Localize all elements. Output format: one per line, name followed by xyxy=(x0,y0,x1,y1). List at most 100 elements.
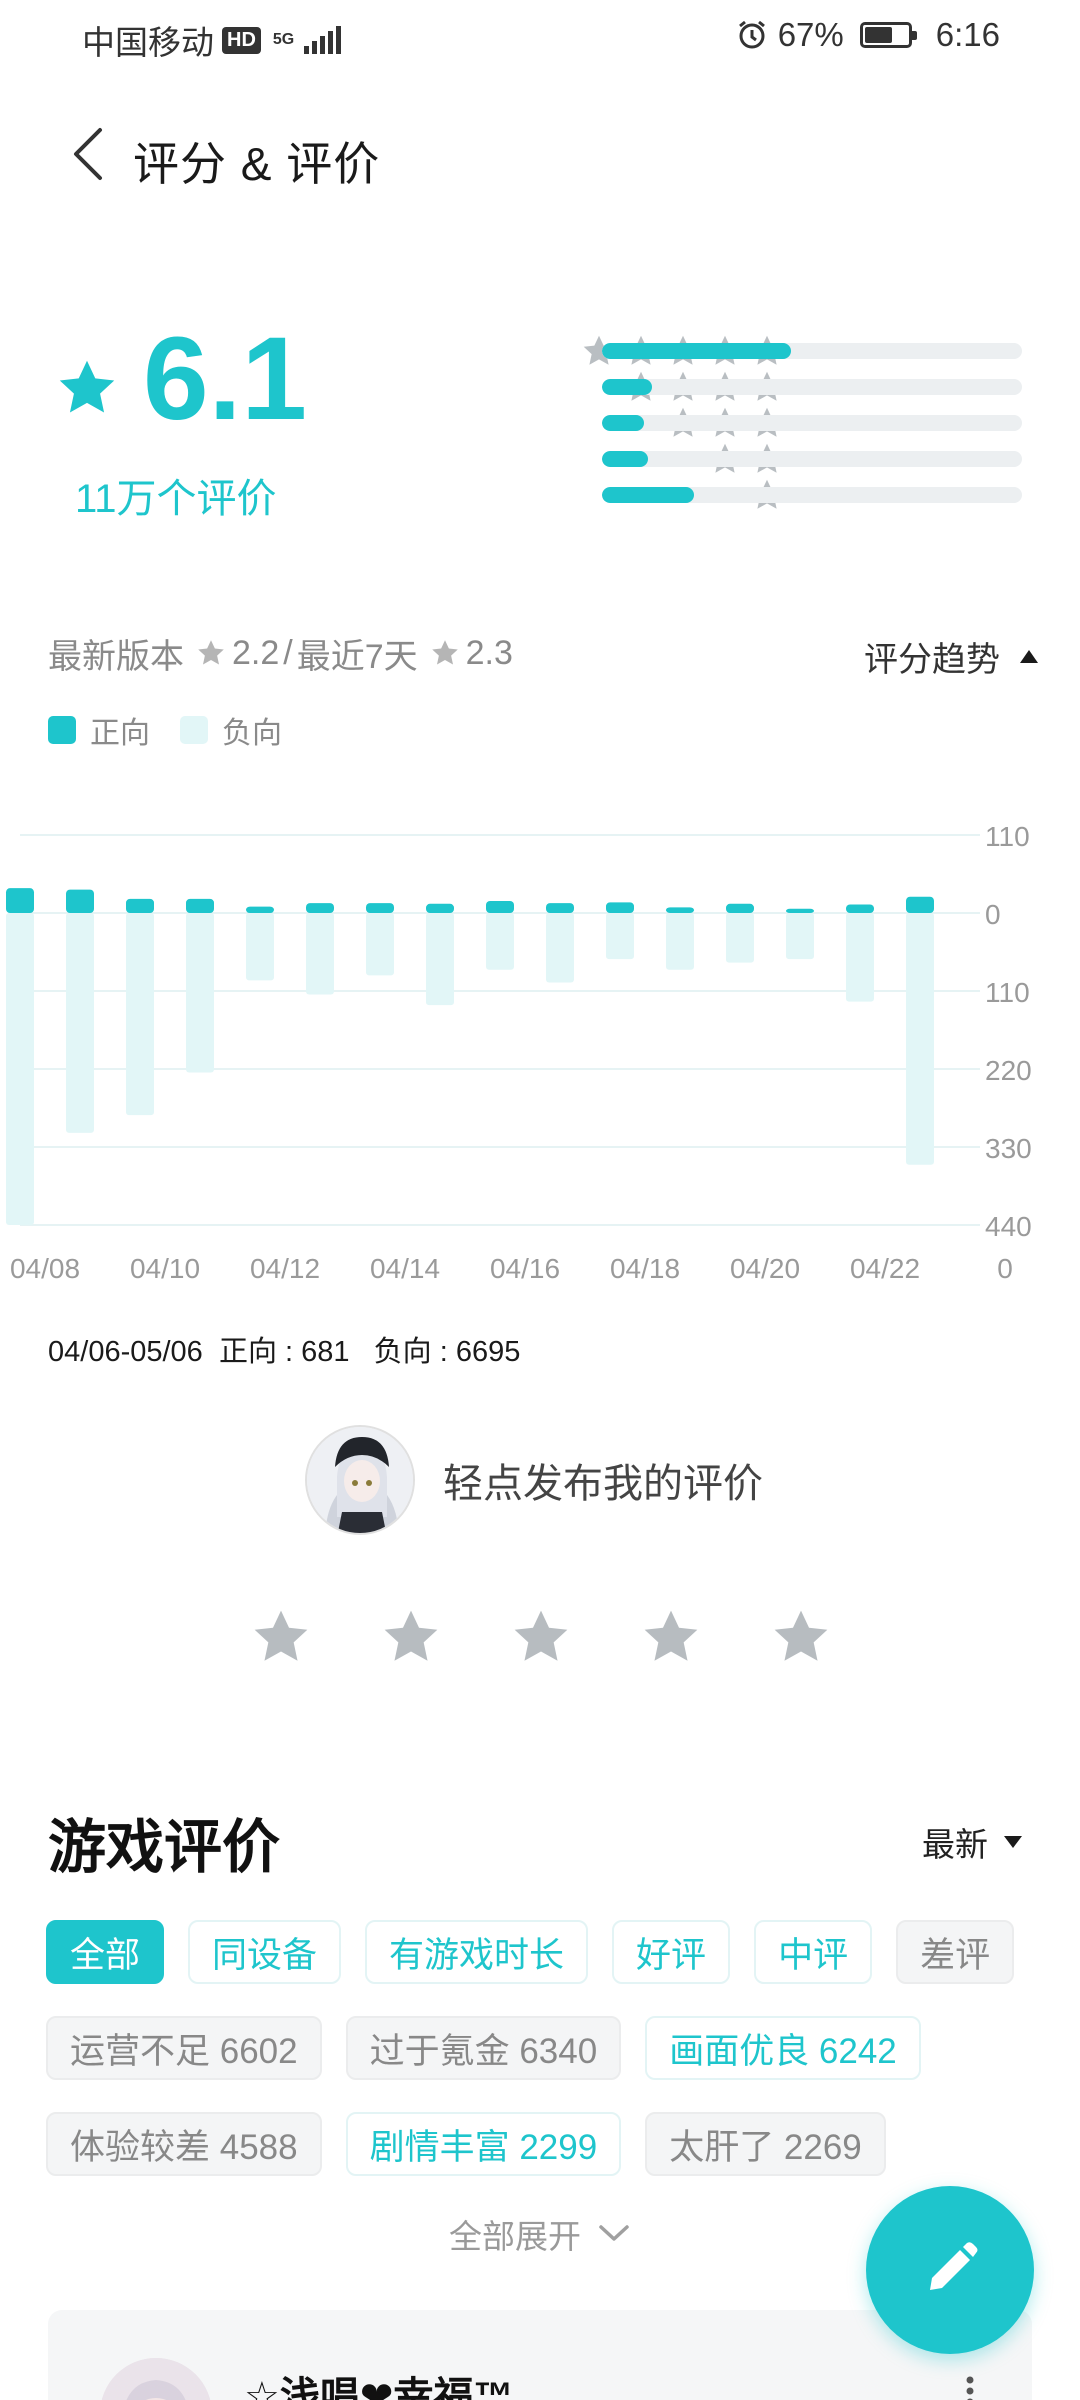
chevron-down-icon xyxy=(599,2225,629,2241)
negative-bar[interactable] xyxy=(6,913,34,1225)
filter-negative[interactable]: 差评 xyxy=(896,1920,1015,1984)
y-tick-label: 110 xyxy=(985,821,1030,852)
positive-bar[interactable] xyxy=(786,908,814,913)
period-summary: 04/06-05/06 正向 : 681 负向 : 6695 xyxy=(48,1328,520,1370)
expand-label: 全部展开 xyxy=(449,2218,581,2255)
tag-chip[interactable]: 剧情丰富 2299 xyxy=(345,2112,622,2176)
tag-chip[interactable]: 太肝了 2269 xyxy=(645,2112,886,2176)
positive-bar[interactable] xyxy=(906,896,934,913)
distribution-fill xyxy=(602,379,653,395)
distribution-track xyxy=(602,451,1022,467)
positive-bar[interactable] xyxy=(546,903,574,913)
negative-bar[interactable] xyxy=(786,913,814,960)
negative-bar[interactable] xyxy=(366,913,394,976)
rate-star-3-icon[interactable] xyxy=(510,1606,572,1668)
chart-legend: 正向 负向 xyxy=(48,708,312,752)
write-review-fab[interactable] xyxy=(866,2186,1034,2354)
distribution-track xyxy=(602,487,1022,503)
positive-bar[interactable] xyxy=(426,903,454,913)
rate-star-4-icon[interactable] xyxy=(640,1606,702,1668)
positive-bar[interactable] xyxy=(666,907,694,913)
filter-has-playtime[interactable]: 有游戏时长 xyxy=(365,1920,589,1984)
negative-bar[interactable] xyxy=(186,913,214,1073)
score-value: 6.1 xyxy=(143,313,308,445)
status-bar: 中国移动 HD 5G 67% 6:16 xyxy=(0,0,1080,72)
positive-bar[interactable] xyxy=(366,903,394,913)
tag-chip[interactable]: 画面优良 6242 xyxy=(645,2016,921,2080)
trend-label: 评分趋势 xyxy=(864,641,1000,679)
avatar xyxy=(305,1425,415,1535)
sort-dropdown[interactable]: 最新 xyxy=(922,1818,1022,1866)
network-type: 5G xyxy=(272,31,295,48)
distribution-track xyxy=(602,343,1022,359)
rate-star-1-icon[interactable] xyxy=(250,1606,312,1668)
caret-down-icon xyxy=(1004,1836,1022,1848)
positive-bar[interactable] xyxy=(186,898,214,913)
rate-star-2-icon[interactable] xyxy=(380,1606,442,1668)
positive-bar[interactable] xyxy=(486,900,514,913)
sort-label: 最新 xyxy=(922,1826,988,1863)
tag-chip[interactable]: 过于氪金 6340 xyxy=(345,2016,622,2080)
star-icon xyxy=(59,360,115,413)
negative-bar[interactable] xyxy=(726,913,754,963)
avatar-image xyxy=(307,1427,413,1533)
positive-bar[interactable] xyxy=(606,902,634,913)
positive-bar[interactable] xyxy=(726,903,754,913)
positive-bar[interactable] xyxy=(306,903,334,913)
y-tick-label: 440 xyxy=(985,1211,1032,1242)
battery-percent: 67% xyxy=(777,16,844,53)
reviewer-name[interactable]: ☆浅唱❤幸福™ xyxy=(244,2364,513,2400)
negative-bar[interactable] xyxy=(846,913,874,1002)
summary-negative: 负向 : 6695 xyxy=(373,1336,521,1368)
trend-toggle[interactable]: 评分趋势 xyxy=(864,632,1038,681)
trend-chart-svg: 110 0 110 220 330 440 04/08 04/10 04/12 04/14 04/1… xyxy=(6,821,1032,1284)
trend-chart[interactable]: 110 0 110 220 330 440 04/08 04/10 04/12 04/14 04/1… xyxy=(0,800,1080,1300)
y-tick-label: 0 xyxy=(985,899,1001,930)
negative-bar[interactable] xyxy=(66,913,94,1133)
filter-all[interactable]: 全部 xyxy=(46,1920,165,1984)
rate-stars xyxy=(250,1606,832,1668)
x-tick-label: 04/22 xyxy=(850,1253,920,1284)
y-tick-label: 330 xyxy=(985,1133,1032,1164)
tag-chip[interactable]: 运营不足 6602 xyxy=(46,2016,322,2080)
negative-bar[interactable] xyxy=(606,913,634,960)
latest-version-score: 2.2 xyxy=(232,633,280,672)
negative-bar[interactable] xyxy=(666,913,694,970)
negative-bar[interactable] xyxy=(906,913,934,1165)
negative-bar[interactable] xyxy=(486,913,514,970)
positive-bar[interactable] xyxy=(66,889,94,913)
positive-bar[interactable] xyxy=(126,898,154,913)
x-tick-label: 04/18 xyxy=(610,1253,680,1284)
negative-bar[interactable] xyxy=(426,913,454,1006)
negative-bar[interactable] xyxy=(546,913,574,983)
distribution-row-2-star xyxy=(380,441,1030,477)
back-arrow-icon[interactable] xyxy=(62,124,112,184)
negative-bar[interactable] xyxy=(306,913,334,995)
x-tick-label: 04/14 xyxy=(370,1253,440,1284)
tag-chip[interactable]: 体验较差 4588 xyxy=(46,2112,322,2176)
x-tick-label: 04/16 xyxy=(490,1253,560,1284)
distribution-fill xyxy=(602,451,649,467)
summary-positive: 正向 : 681 xyxy=(218,1336,350,1368)
filter-same-device[interactable]: 同设备 xyxy=(188,1920,342,1984)
distribution-row-4-star xyxy=(380,369,1030,405)
negative-bar[interactable] xyxy=(126,913,154,1116)
positive-bar[interactable] xyxy=(6,888,34,913)
distribution-fill xyxy=(602,415,644,431)
filter-neutral[interactable]: 中评 xyxy=(754,1920,873,1984)
status-left: 中国移动 HD 5G xyxy=(82,16,342,64)
alarm-icon xyxy=(738,20,765,49)
positive-bar[interactable] xyxy=(846,904,874,913)
positive-bar[interactable] xyxy=(246,906,274,913)
version-scores: 最新版本 2.2 / 最近7天 2.3 评分趋势 xyxy=(48,628,1038,681)
clock: 6:16 xyxy=(935,16,1000,53)
distribution-row-5-star xyxy=(380,333,1030,369)
negative-bar[interactable] xyxy=(246,913,274,981)
reviewer-avatar[interactable] xyxy=(100,2358,212,2400)
legend-swatch-positive xyxy=(48,716,76,744)
more-options-icon[interactable] xyxy=(966,2376,974,2400)
filter-positive[interactable]: 好评 xyxy=(612,1920,731,1984)
rate-star-5-icon[interactable] xyxy=(770,1606,832,1668)
x-tick-label: 04/12 xyxy=(250,1253,320,1284)
write-review-prompt[interactable]: 轻点发布我的评价 xyxy=(305,1425,763,1535)
